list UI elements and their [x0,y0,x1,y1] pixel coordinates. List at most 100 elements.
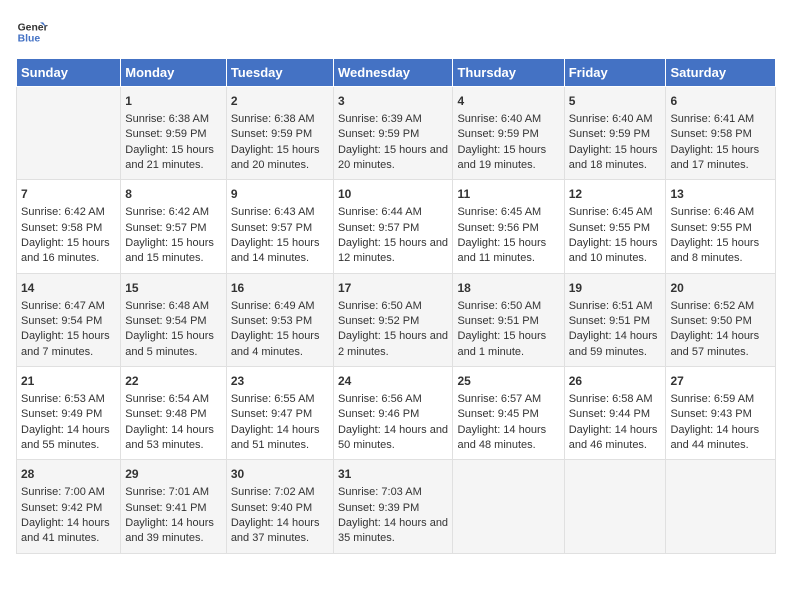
logo: General Blue [16,16,52,48]
daylight: Daylight: 15 hours and 4 minutes. [231,330,320,357]
calendar-cell: 15Sunrise: 6:48 AMSunset: 9:54 PMDayligh… [121,273,227,366]
sunrise: Sunrise: 6:56 AM [338,393,422,405]
day-header-friday: Friday [564,59,666,87]
day-number: 24 [338,373,448,390]
day-number: 25 [457,373,559,390]
calendar-cell: 14Sunrise: 6:47 AMSunset: 9:54 PMDayligh… [17,273,121,366]
sunset: Sunset: 9:59 PM [125,128,206,140]
sunset: Sunset: 9:51 PM [569,315,650,327]
calendar-cell: 20 Sunrise: 6:52 AM Sunset: 9:50 PM Dayligh… [666,273,776,366]
calendar-cell: 5Sunrise: 6:40 AMSunset: 9:59 PMDaylight… [564,87,666,180]
sunset: Sunset: 9:50 PM [670,315,751,327]
calendar-cell: 21Sunrise: 6:53 AMSunset: 9:49 PMDayligh… [17,367,121,460]
calendar-cell: 22Sunrise: 6:54 AMSunset: 9:48 PMDayligh… [121,367,227,460]
calendar-cell: 30Sunrise: 7:02 AMSunset: 9:40 PMDayligh… [226,460,333,553]
day-number: 2 [231,93,329,110]
calendar-cell: 1Sunrise: 6:38 AMSunset: 9:59 PMDaylight… [121,87,227,180]
sunrise: Sunrise: 6:48 AM [125,300,209,312]
daylight: Daylight: 14 hours and 50 minutes. [338,424,448,451]
sunrise: Sunrise: 6:46 AM [670,206,754,218]
sunrise: Sunrise: 6:43 AM [231,206,315,218]
sunrise: Sunrise: 7:01 AM [125,486,209,498]
sunset: Sunset: 9:57 PM [231,222,312,234]
sunset: Sunset: 9:55 PM [670,222,751,234]
day-number: 30 [231,466,329,483]
calendar-cell: 11Sunrise: 6:45 AMSunset: 9:56 PMDayligh… [453,180,564,273]
sunset: Sunset: 9:54 PM [21,315,102,327]
sunset: Sunset: 9:40 PM [231,502,312,514]
daylight: Daylight: 15 hours and 20 minutes. [338,144,448,171]
sunrise: Sunrise: 7:02 AM [231,486,315,498]
sunrise: Sunrise: 6:50 AM [457,300,541,312]
daylight: Daylight: 15 hours and 16 minutes. [21,237,110,264]
sunset: Sunset: 9:58 PM [21,222,102,234]
sunrise: Sunrise: 6:45 AM [569,206,653,218]
calendar-cell: 18Sunrise: 6:50 AMSunset: 9:51 PMDayligh… [453,273,564,366]
day-number: 20 [670,280,771,297]
week-row-1: 7Sunrise: 6:42 AMSunset: 9:58 PMDaylight… [17,180,776,273]
day-number: 23 [231,373,329,390]
sunrise: Sunrise: 6:47 AM [21,300,105,312]
calendar-cell: 25Sunrise: 6:57 AMSunset: 9:45 PMDayligh… [453,367,564,460]
calendar-cell: 12Sunrise: 6:45 AMSunset: 9:55 PMDayligh… [564,180,666,273]
day-number: 12 [569,186,662,203]
svg-text:Blue: Blue [18,34,41,45]
page-header: General Blue [16,16,776,48]
sunset: Sunset: 9:46 PM [338,408,419,420]
week-row-4: 28Sunrise: 7:00 AMSunset: 9:42 PMDayligh… [17,460,776,553]
week-row-0: 1 Sunrise: 6:38 AM Sunset: 9:59 PM Daylight… [17,87,776,180]
sunrise: Sunrise: 6:42 AM [21,206,105,218]
sunrise: Sunrise: 6:38 AM [125,113,209,125]
day-number: 26 [569,373,662,390]
sunrise: Sunrise: 6:59 AM [670,393,754,405]
daylight: Daylight: 14 hours and 44 minutes. [670,424,759,451]
sunset: Sunset: 9:52 PM [338,315,419,327]
week-row-3: 21Sunrise: 6:53 AMSunset: 9:49 PMDayligh… [17,367,776,460]
day-number: 19 [569,280,662,297]
day-number: 5 [569,93,662,110]
sunset: Sunset: 9:41 PM [125,502,206,514]
calendar-cell: 17Sunrise: 6:50 AMSunset: 9:52 PMDayligh… [333,273,452,366]
day-number: 22 [125,373,222,390]
sunrise: Sunrise: 6:45 AM [457,206,541,218]
sunset: Sunset: 9:43 PM [670,408,751,420]
daylight: Daylight: 14 hours and 51 minutes. [231,424,320,451]
day-number: 15 [125,280,222,297]
daylight: Daylight: 14 hours and 41 minutes. [21,517,110,544]
sunset: Sunset: 9:53 PM [231,315,312,327]
daylight: Daylight: 14 hours and 48 minutes. [457,424,546,451]
sunset: Sunset: 9:59 PM [338,128,419,140]
day-number: 6 [670,93,771,110]
daylight: Daylight: 14 hours and 57 minutes. [670,330,759,357]
daylight: Daylight: 15 hours and 8 minutes. [670,237,759,264]
sunrise: Sunrise: 7:00 AM [21,486,105,498]
day-number: 21 [21,373,116,390]
day-header-saturday: Saturday [666,59,776,87]
day-number: 8 [125,186,222,203]
daylight: Daylight: 15 hours and 12 minutes. [338,237,448,264]
calendar-cell: 28Sunrise: 7:00 AMSunset: 9:42 PMDayligh… [17,460,121,553]
sunset: Sunset: 9:55 PM [569,222,650,234]
sunset: Sunset: 9:57 PM [338,222,419,234]
calendar-cell: 31Sunrise: 7:03 AMSunset: 9:39 PMDayligh… [333,460,452,553]
calendar-cell: 16Sunrise: 6:49 AMSunset: 9:53 PMDayligh… [226,273,333,366]
sunrise: Sunrise: 6:40 AM [457,113,541,125]
sunset: Sunset: 9:58 PM [670,128,751,140]
day-number: 9 [231,186,329,203]
daylight: Daylight: 15 hours and 11 minutes. [457,237,546,264]
daylight: Daylight: 15 hours and 2 minutes. [338,330,448,357]
calendar-cell: 26Sunrise: 6:58 AMSunset: 9:44 PMDayligh… [564,367,666,460]
day-header-thursday: Thursday [453,59,564,87]
daylight: Daylight: 14 hours and 46 minutes. [569,424,658,451]
sunrise: Sunrise: 6:54 AM [125,393,209,405]
daylight: Daylight: 15 hours and 20 minutes. [231,144,320,171]
sunset: Sunset: 9:47 PM [231,408,312,420]
day-number: 17 [338,280,448,297]
day-number: 1 [125,93,222,110]
day-number: 27 [670,373,771,390]
sunrise: Sunrise: 6:49 AM [231,300,315,312]
sunrise: Sunrise: 6:57 AM [457,393,541,405]
sunrise: Sunrise: 6:52 AM [670,300,754,312]
day-number: 13 [670,186,771,203]
calendar-cell [564,460,666,553]
